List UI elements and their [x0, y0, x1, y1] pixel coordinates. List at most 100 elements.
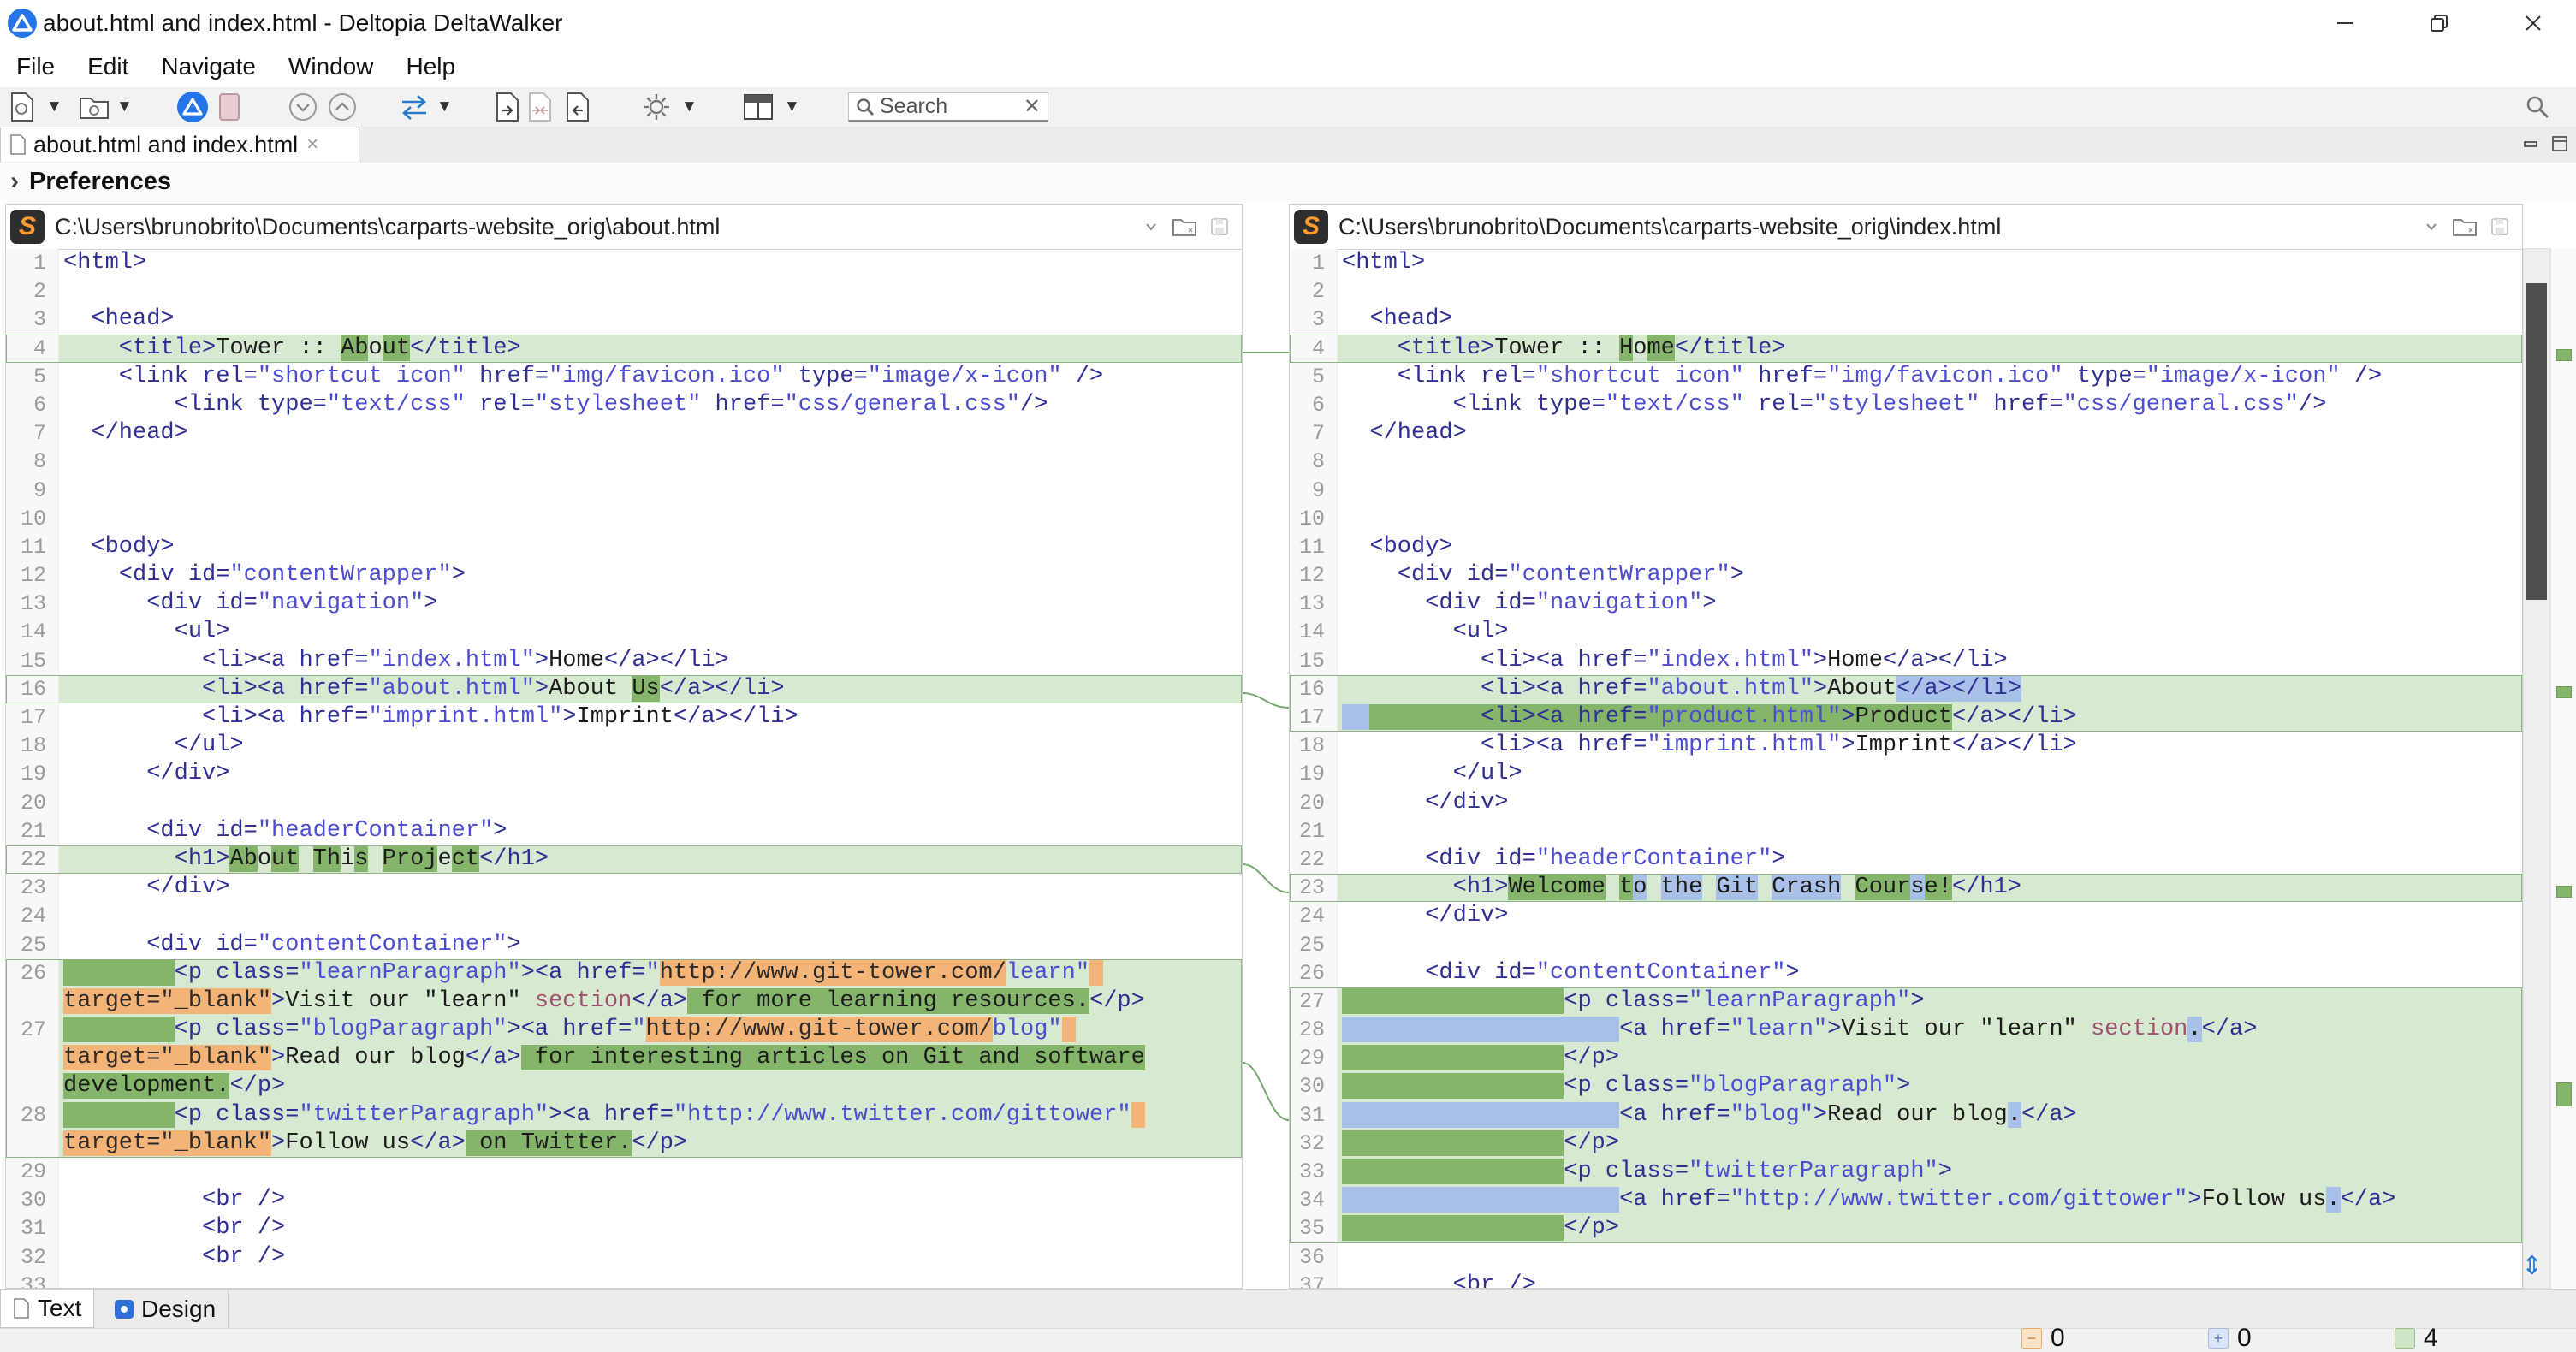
- open-file-dropdown-icon[interactable]: ▼: [46, 91, 62, 123]
- code-line-content[interactable]: <div id="headerContainer">: [59, 817, 1242, 845]
- code-row[interactable]: 3 <head>: [6, 305, 1242, 334]
- code-line-content[interactable]: <a href="http://www.twitter.com/gittower…: [1338, 1186, 2522, 1214]
- code-line-content[interactable]: </head>: [1338, 419, 2522, 448]
- code-line-content[interactable]: <br />: [59, 1214, 1242, 1242]
- code-line-content[interactable]: [1338, 448, 2522, 476]
- code-row[interactable]: 21: [1290, 817, 2522, 845]
- code-line-content[interactable]: [59, 277, 1242, 305]
- code-line-content[interactable]: [1338, 505, 2522, 533]
- tab-design[interactable]: Design: [103, 1290, 229, 1328]
- left-path-dropdown-icon[interactable]: [1143, 218, 1160, 235]
- code-line-content[interactable]: [59, 505, 1242, 533]
- code-row[interactable]: development.</p>: [6, 1072, 1242, 1100]
- code-row[interactable]: 26 <div id="contentContainer">: [1290, 959, 2522, 987]
- code-row[interactable]: target="_blank">Read our blog</a> for in…: [6, 1044, 1242, 1072]
- code-row[interactable]: 34 <a href="http://www.twitter.com/gitto…: [1290, 1186, 2522, 1214]
- code-row[interactable]: target="_blank">Follow us</a> on Twitter…: [6, 1130, 1242, 1158]
- code-row[interactable]: 15 <li><a href="index.html">Home</a></li…: [6, 647, 1242, 675]
- code-line-content[interactable]: <li><a href="imprint.html">Imprint</a></…: [1338, 732, 2522, 760]
- code-line-content[interactable]: <div id="contentContainer">: [59, 931, 1242, 959]
- left-code-editor[interactable]: 1<html>23 <head>4 <title>Tower :: About<…: [6, 249, 1242, 1288]
- code-line-content[interactable]: <head>: [1338, 305, 2522, 334]
- merge-left-icon[interactable]: [565, 91, 591, 123]
- code-row[interactable]: 19 </ul>: [1290, 760, 2522, 788]
- code-row[interactable]: 29 </p>: [1290, 1044, 2522, 1072]
- right-browse-folder-icon[interactable]: [2452, 216, 2478, 237]
- document-tab[interactable]: about.html and index.html ×: [0, 127, 359, 162]
- code-line-content[interactable]: [59, 1272, 1242, 1288]
- settings-gear-icon[interactable]: [640, 91, 673, 123]
- tab-text[interactable]: Text: [0, 1290, 94, 1328]
- code-line-content[interactable]: <br />: [59, 1186, 1242, 1214]
- code-row[interactable]: 10: [6, 505, 1242, 533]
- code-line-content[interactable]: <title>Tower :: About</title>: [59, 335, 1242, 363]
- code-line-content[interactable]: <li><a href="index.html">Home</a></li>: [1338, 647, 2522, 675]
- code-line-content[interactable]: <link rel="shortcut icon" href="img/favi…: [59, 363, 1242, 391]
- menu-edit[interactable]: Edit: [71, 53, 145, 80]
- code-row[interactable]: 30 <br />: [6, 1186, 1242, 1214]
- code-row[interactable]: 11 <body>: [6, 533, 1242, 561]
- menu-help[interactable]: Help: [389, 53, 472, 80]
- code-line-content[interactable]: target="_blank">Follow us</a> on Twitter…: [59, 1130, 1242, 1158]
- code-row[interactable]: 18 </ul>: [6, 732, 1242, 760]
- code-row[interactable]: 4 <title>Tower :: About</title>: [6, 335, 1242, 363]
- code-row[interactable]: 29: [6, 1158, 1242, 1186]
- layout-dropdown-icon[interactable]: ▼: [784, 91, 800, 123]
- code-row[interactable]: 27 <p class="learnParagraph">: [1290, 987, 2522, 1016]
- code-line-content[interactable]: <title>Tower :: Home</title>: [1338, 335, 2522, 363]
- code-line-content[interactable]: <p class="twitterParagraph">: [1338, 1158, 2522, 1186]
- close-button[interactable]: [2503, 5, 2563, 41]
- code-row[interactable]: 17 <li><a href="imprint.html">Imprint</a…: [6, 703, 1242, 732]
- code-line-content[interactable]: <html>: [59, 249, 1242, 277]
- code-row[interactable]: 9: [6, 477, 1242, 505]
- code-row[interactable]: 13 <div id="navigation">: [6, 590, 1242, 618]
- minimize-view-icon[interactable]: [2521, 134, 2540, 153]
- next-difference-icon[interactable]: [288, 91, 318, 123]
- sync-scroll-icon[interactable]: ⇕: [2521, 1251, 2543, 1281]
- scrollbar-thumb[interactable]: [2526, 283, 2547, 600]
- code-row[interactable]: 14 <ul>: [1290, 618, 2522, 646]
- code-line-content[interactable]: [59, 1158, 1242, 1186]
- code-row[interactable]: 1<html>: [6, 249, 1242, 277]
- open-file-icon[interactable]: [9, 91, 36, 123]
- code-line-content[interactable]: [1338, 477, 2522, 505]
- code-row[interactable]: 10: [1290, 505, 2522, 533]
- code-row[interactable]: 30 <p class="blogParagraph">: [1290, 1072, 2522, 1100]
- swap-dropdown-icon[interactable]: ▼: [436, 91, 453, 123]
- code-line-content[interactable]: [59, 789, 1242, 817]
- code-row[interactable]: 28 <p class="twitterParagraph"><a href="…: [6, 1101, 1242, 1130]
- code-row[interactable]: 24: [6, 902, 1242, 930]
- code-row[interactable]: 12 <div id="contentWrapper">: [1290, 561, 2522, 590]
- vertical-scrollbar[interactable]: [2523, 248, 2550, 1289]
- code-row[interactable]: 8: [1290, 448, 2522, 476]
- code-line-content[interactable]: target="_blank">Visit our "learn" sectio…: [59, 987, 1242, 1016]
- code-row[interactable]: 9: [1290, 477, 2522, 505]
- code-row[interactable]: 20 </div>: [1290, 789, 2522, 817]
- code-row[interactable]: 31 <br />: [6, 1214, 1242, 1242]
- code-line-content[interactable]: <link type="text/css" rel="stylesheet" h…: [59, 391, 1242, 419]
- menu-navigate[interactable]: Navigate: [145, 53, 272, 80]
- layout-icon[interactable]: [743, 91, 774, 123]
- code-line-content[interactable]: </div>: [1338, 902, 2522, 930]
- open-folder-icon[interactable]: [79, 91, 110, 123]
- code-row[interactable]: 33: [6, 1272, 1242, 1288]
- code-line-content[interactable]: [59, 902, 1242, 930]
- code-line-content[interactable]: <div id="navigation">: [59, 590, 1242, 618]
- swap-sides-icon[interactable]: [397, 91, 431, 123]
- code-row[interactable]: 1<html>: [1290, 249, 2522, 277]
- code-line-content[interactable]: [1338, 277, 2522, 305]
- code-row[interactable]: 33 <p class="twitterParagraph">: [1290, 1158, 2522, 1186]
- code-line-content[interactable]: <p class="twitterParagraph"><a href="htt…: [59, 1101, 1242, 1130]
- diff-mark[interactable]: [2556, 686, 2572, 698]
- code-row[interactable]: 2: [6, 277, 1242, 305]
- code-line-content[interactable]: <a href="learn">Visit our "learn" sectio…: [1338, 1016, 2522, 1044]
- code-line-content[interactable]: [1338, 931, 2522, 959]
- preferences-section-header[interactable]: › Preferences: [0, 163, 2576, 200]
- previous-difference-icon[interactable]: [327, 91, 358, 123]
- code-row[interactable]: 35 </p>: [1290, 1214, 2522, 1242]
- code-row[interactable]: 31 <a href="blog">Read our blog.</a>: [1290, 1101, 2522, 1130]
- code-line-content[interactable]: </p>: [1338, 1044, 2522, 1072]
- code-line-content[interactable]: <p class="learnParagraph"><a href="http:…: [59, 959, 1242, 987]
- code-row[interactable]: 22 <div id="headerContainer">: [1290, 845, 2522, 874]
- code-row[interactable]: 24 </div>: [1290, 902, 2522, 930]
